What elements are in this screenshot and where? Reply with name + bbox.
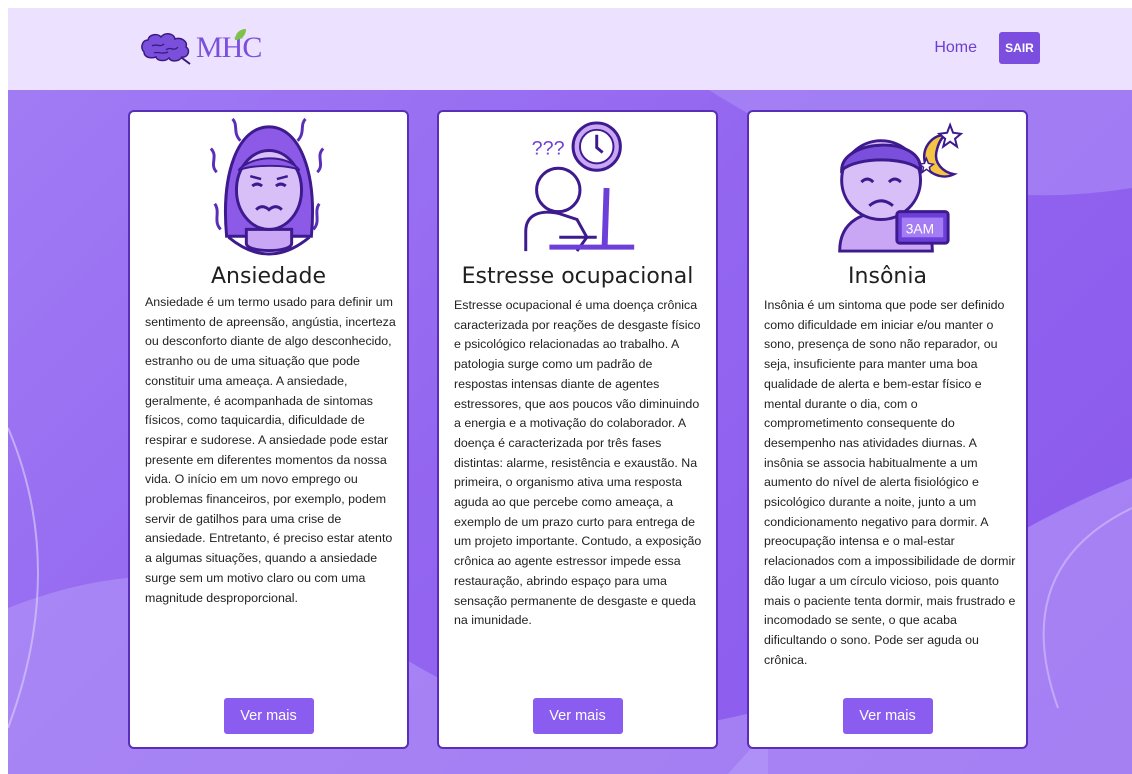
question-marks-label: ??? — [532, 137, 565, 159]
card-text: Insônia é um sintoma que pode ser defini… — [764, 298, 1016, 667]
ver-mais-button[interactable]: Ver mais — [223, 698, 314, 734]
card-estresse-ocupacional: ??? Estresse ocupacional Estresse ocupac… — [437, 110, 718, 749]
card-title: Estresse ocupacional — [461, 264, 694, 289]
logo-text: MHC — [196, 31, 262, 64]
leaf-icon — [235, 29, 247, 40]
logo[interactable]: MHC — [138, 28, 262, 68]
nav-home-link[interactable]: Home — [934, 39, 977, 57]
card-ansiedade: Ansiedade Ansiedade é um termo usado par… — [128, 110, 409, 749]
navbar: MHC Home SAIR — [8, 8, 1132, 90]
logout-button[interactable]: SAIR — [999, 32, 1040, 64]
anxious-woman-icon — [209, 117, 325, 256]
ver-mais-button[interactable]: Ver mais — [842, 698, 933, 734]
stressed-worker-icon: ??? — [524, 121, 635, 252]
card-text: Ansiedade é um termo usado para definir … — [145, 295, 396, 605]
sleepless-boy-icon: 3AM — [838, 122, 964, 253]
page-background: MHC Home SAIR Ansiedade Ansiedade é um t… — [8, 8, 1132, 774]
card-title: Ansiedade — [210, 264, 327, 289]
clock-display-label: 3AM — [906, 221, 934, 236]
card-title: Insônia — [848, 264, 927, 289]
ver-mais-button[interactable]: Ver mais — [532, 698, 623, 734]
card-insonia: 3AM Insônia Insônia é um sintoma que pod… — [747, 110, 1028, 749]
card-text: Estresse ocupacional é uma doença crônic… — [454, 298, 702, 628]
brain-icon — [141, 33, 191, 65]
